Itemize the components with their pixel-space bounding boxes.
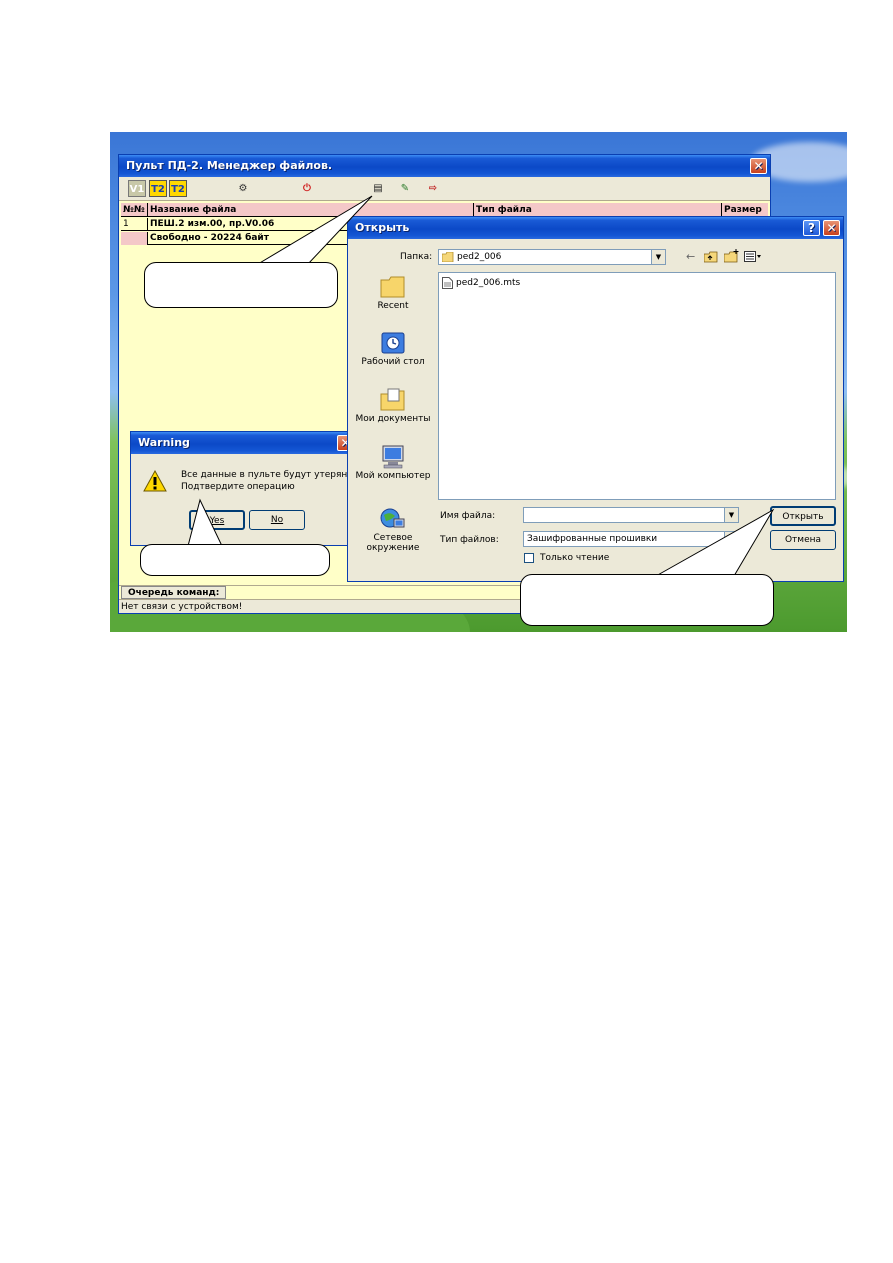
callout-joint [259, 263, 307, 266]
callout-yes-button [140, 544, 330, 576]
callout-pointers [187, 195, 775, 577]
callout-joint [657, 575, 733, 578]
callout-load-button [144, 262, 338, 308]
callout-open-button [520, 574, 774, 626]
callout-joint [189, 545, 221, 548]
